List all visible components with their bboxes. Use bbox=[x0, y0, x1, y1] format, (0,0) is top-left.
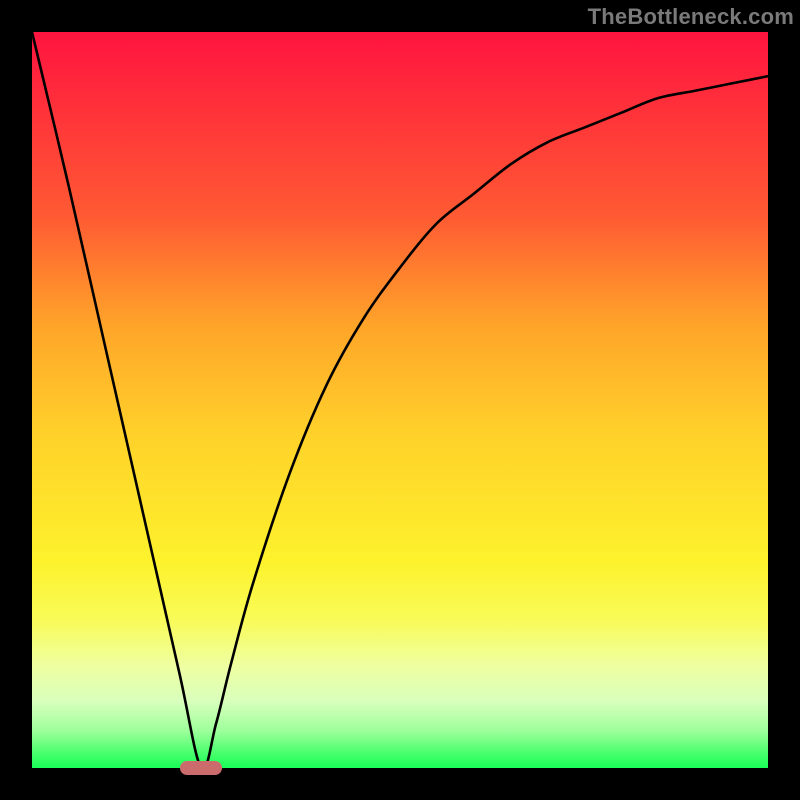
bottleneck-marker bbox=[180, 761, 222, 775]
chart-frame: TheBottleneck.com bbox=[0, 0, 800, 800]
bottleneck-curve bbox=[32, 32, 768, 768]
watermark-text: TheBottleneck.com bbox=[588, 4, 794, 30]
plot-area bbox=[32, 32, 768, 768]
